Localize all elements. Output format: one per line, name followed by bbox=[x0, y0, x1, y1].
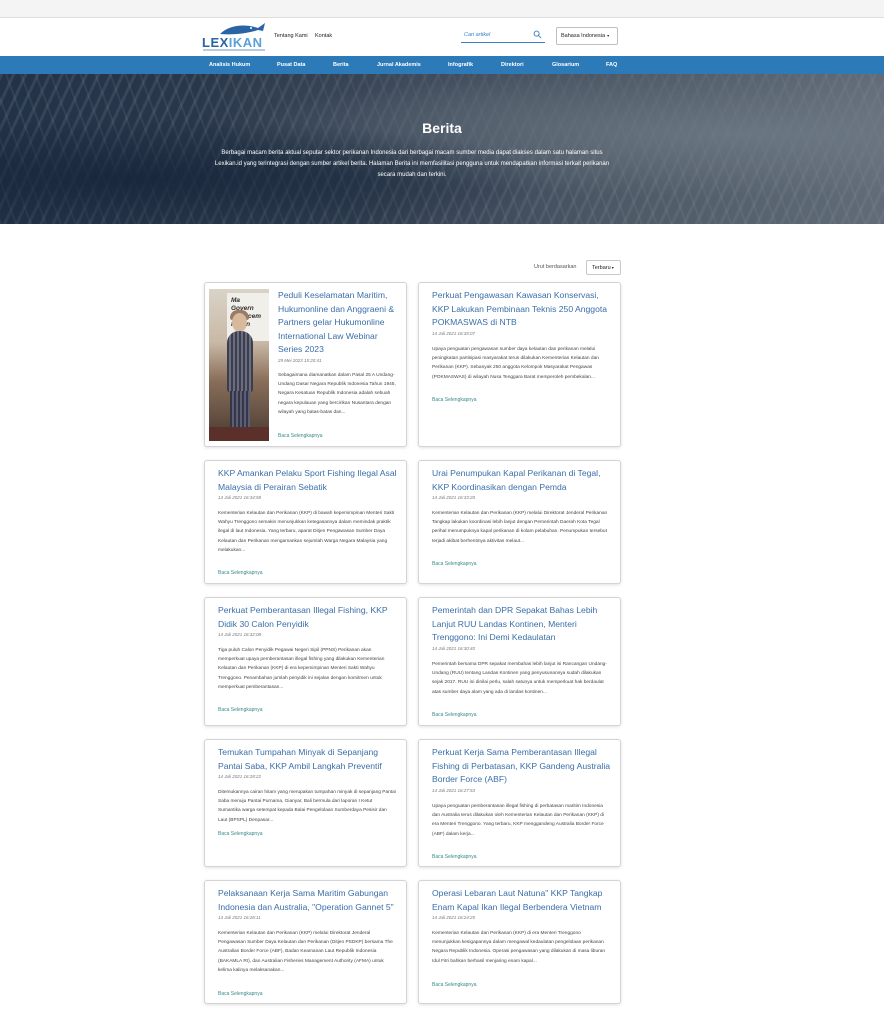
read-more-link[interactable]: Baca Selengkapnya bbox=[432, 397, 476, 403]
hero-banner: Berita Berbagai macam berita aktual sepu… bbox=[0, 74, 884, 224]
nav-jurnal-akademis[interactable]: Jurnal Akademis bbox=[377, 62, 421, 68]
article-title[interactable]: Pemerintah dan DPR Sepakat Bahas Lebih L… bbox=[432, 604, 614, 645]
sort-select[interactable]: Terbaru ▾ bbox=[586, 260, 621, 275]
main-nav: Analisis Hukum Pusat Data Berita Jurnal … bbox=[0, 56, 884, 74]
lexikan-logo[interactable]: LEXIKAN bbox=[202, 22, 268, 52]
article-date: 14 Juli 2021 16:24:25 bbox=[432, 915, 476, 920]
logo-tagline bbox=[203, 49, 265, 51]
article-date: 14 Juli 2021 16:32:08 bbox=[218, 632, 262, 637]
article-excerpt: Sebagaimana diamanatkan dalam Pasal 25 A… bbox=[278, 373, 396, 415]
person-head bbox=[232, 313, 247, 332]
article-title[interactable]: Peduli Keselamatan Maritim, Hukumonline … bbox=[278, 289, 400, 357]
nav-berita[interactable]: Berita bbox=[333, 62, 349, 68]
article-date: 14 Juli 2021 16:34:58 bbox=[218, 495, 262, 500]
article-date: 14 Juli 2021 16:27:53 bbox=[432, 788, 476, 793]
chevron-down-icon: ▾ bbox=[606, 33, 610, 38]
read-more-link[interactable]: Baca Selengkapnya bbox=[432, 561, 476, 567]
read-more-link[interactable]: Baca Selengkapnya bbox=[432, 854, 476, 860]
nav-faq[interactable]: FAQ bbox=[606, 62, 617, 68]
read-more-link[interactable]: Baca Selengkapnya bbox=[218, 991, 262, 997]
language-value: Bahasa Indonesia bbox=[561, 33, 606, 39]
contact-link[interactable]: Kontak bbox=[315, 33, 332, 39]
nav-analisis-hukum[interactable]: Analisis Hukum bbox=[209, 62, 250, 68]
page-description: Berbagai macam berita aktual seputar sek… bbox=[214, 150, 610, 178]
person-body bbox=[227, 331, 253, 393]
article-date: 14 Juli 2021 16:28:22 bbox=[218, 774, 262, 779]
article-card[interactable]: Temukan Tumpahan Minyak di Sepanjang Pan… bbox=[204, 739, 407, 867]
article-title[interactable]: Perkuat Kerja Sama Pemberantasan Illegal… bbox=[432, 746, 614, 787]
logo-text: LEXIKAN bbox=[202, 35, 263, 50]
person-legs bbox=[230, 391, 250, 431]
article-date: 14 Juli 2021 16:33:20 bbox=[432, 495, 476, 500]
nav-pusat-data[interactable]: Pusat Data bbox=[277, 62, 305, 68]
read-more-link[interactable]: Baca Selengkapnya bbox=[278, 433, 322, 439]
stage-floor bbox=[209, 427, 269, 441]
article-title[interactable]: KKP Amankan Pelaku Sport Fishing Ilegal … bbox=[218, 467, 400, 494]
article-excerpt: Upaya penguatan pemberantasan illegal fi… bbox=[432, 804, 604, 837]
nav-direktori[interactable]: Direktori bbox=[501, 62, 524, 68]
article-card[interactable]: KKP Amankan Pelaku Sport Fishing Ilegal … bbox=[204, 460, 407, 584]
article-card[interactable]: Perkuat Pengawasan Kawasan Konservasi, K… bbox=[418, 282, 621, 447]
search-icon[interactable] bbox=[533, 30, 542, 39]
article-title[interactable]: Operasi Lebaran Laut Natuna" KKP Tangkap… bbox=[432, 887, 614, 914]
sort-label: Urut berdasarkan bbox=[534, 264, 577, 270]
read-more-link[interactable]: Baca Selengkapnya bbox=[218, 707, 262, 713]
article-title[interactable]: Temukan Tumpahan Minyak di Sepanjang Pan… bbox=[218, 746, 400, 773]
search-input[interactable] bbox=[464, 30, 528, 40]
article-excerpt: Kementerian Kelautan dan Perikanan (KKP)… bbox=[218, 931, 393, 973]
article-image[interactable]: MaGovernEnforcemFishin bbox=[209, 289, 269, 441]
article-title[interactable]: Perkuat Pengawasan Kawasan Konservasi, K… bbox=[432, 289, 614, 330]
nav-infografik[interactable]: Infografik bbox=[448, 62, 473, 68]
about-link[interactable]: Tentang Kami bbox=[274, 33, 308, 39]
read-more-link[interactable]: Baca Selengkapnya bbox=[432, 982, 476, 988]
article-excerpt: Kementerian Kelautan dan Perikanan (KKP)… bbox=[432, 511, 608, 544]
language-select[interactable]: Bahasa Indonesia ▾ bbox=[556, 27, 618, 45]
article-title[interactable]: Pelaksanaan Kerja Sama Maritim Gabungan … bbox=[218, 887, 400, 914]
site-header: LEXIKAN Tentang Kami Kontak Bahasa Indon… bbox=[0, 18, 884, 56]
read-more-link[interactable]: Baca Selengkapnya bbox=[218, 831, 262, 837]
article-card[interactable]: Pelaksanaan Kerja Sama Maritim Gabungan … bbox=[204, 880, 407, 1004]
article-card[interactable]: Pemerintah dan DPR Sepakat Bahas Lebih L… bbox=[418, 597, 621, 726]
article-card[interactable]: Perkuat Pemberantasan Illegal Fishing, K… bbox=[204, 597, 407, 726]
article-title[interactable]: Perkuat Pemberantasan Illegal Fishing, K… bbox=[218, 604, 400, 631]
article-excerpt: Kementerian Kelautan dan Perikanan (KKP)… bbox=[432, 931, 606, 964]
article-date: 14 Juli 2021 16:35:07 bbox=[432, 331, 476, 336]
chevron-down-icon: ▾ bbox=[610, 265, 614, 270]
sort-value: Terbaru bbox=[592, 265, 611, 271]
article-card[interactable]: MaGovernEnforcemFishin Peduli Keselamata… bbox=[204, 282, 407, 447]
read-more-link[interactable]: Baca Selengkapnya bbox=[432, 712, 476, 718]
article-excerpt: Tiga puluh Calon Penyidik Pegawai Negeri… bbox=[218, 648, 385, 690]
article-date: 14 Juli 2021 16:26:11 bbox=[218, 915, 261, 920]
search-box bbox=[461, 27, 545, 43]
browser-top-strip bbox=[0, 0, 884, 18]
nav-glosarium[interactable]: Glosarium bbox=[552, 62, 579, 68]
article-card[interactable]: Perkuat Kerja Sama Pemberantasan Illegal… bbox=[418, 739, 621, 867]
read-more-link[interactable]: Baca Selengkapnya bbox=[218, 570, 262, 576]
article-card[interactable]: Operasi Lebaran Laut Natuna" KKP Tangkap… bbox=[418, 880, 621, 1004]
article-excerpt: Ditemukannya cairan hitam yang merupakan… bbox=[218, 790, 396, 823]
page-title: Berita bbox=[422, 120, 462, 136]
article-excerpt: Upaya penguatan pengawasan sumber daya k… bbox=[432, 347, 599, 380]
article-date: 29 Mei 2023 15:20:41 bbox=[278, 358, 322, 363]
article-card[interactable]: Urai Penumpukan Kapal Perikanan di Tegal… bbox=[418, 460, 621, 584]
article-date: 14 Juli 2021 16:30:40 bbox=[432, 646, 476, 651]
article-excerpt: Kementerian Kelautan dan Perikanan (KKP)… bbox=[218, 511, 395, 553]
article-title[interactable]: Urai Penumpukan Kapal Perikanan di Tegal… bbox=[432, 467, 614, 494]
article-excerpt: Pemerintah bersama DPR sepakat membahas … bbox=[432, 662, 607, 695]
fish-logo-icon bbox=[220, 23, 265, 35]
